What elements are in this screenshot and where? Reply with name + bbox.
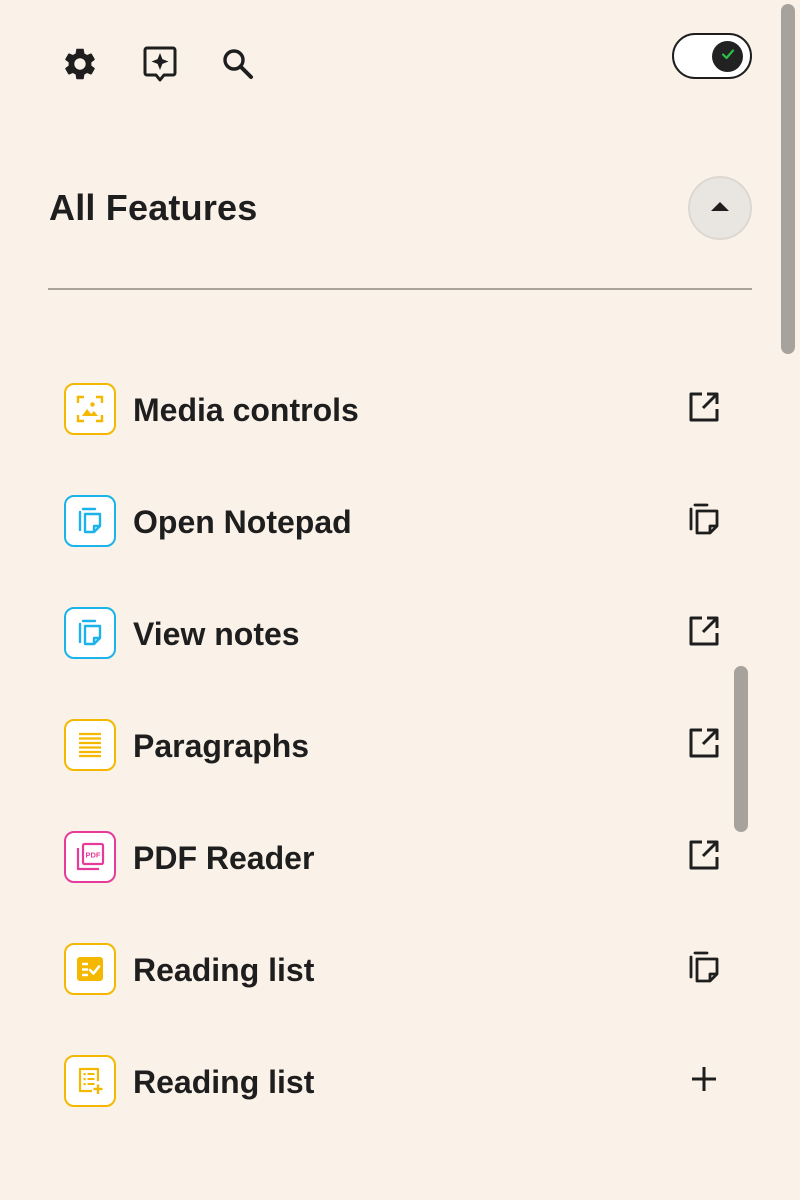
external-link-icon [687,390,721,429]
feature-label: Paragraphs [133,728,310,764]
feature-label: PDF Reader [133,840,315,876]
features-panel: All Features Media controls Open Notepad V… [0,0,800,1200]
notepad-icon [64,607,116,659]
page-scrollbar[interactable] [781,4,795,354]
checklist-icon [64,943,116,995]
plus-icon [690,1065,718,1098]
feature-label: View notes [133,616,300,652]
feature-label: Media controls [133,392,359,428]
feature-row[interactable]: Media controls [0,354,760,466]
external-link-button[interactable] [680,609,728,657]
gear-icon [61,45,99,83]
caret-up-icon [709,199,731,218]
media-icon [64,383,116,435]
feature-label: Reading list [133,1064,315,1100]
divider [48,288,752,290]
copy-button[interactable] [680,945,728,993]
copy-button[interactable] [680,497,728,545]
external-link-icon [687,838,721,877]
feature-row[interactable]: Reading list [0,1026,760,1138]
feature-row[interactable]: PDF PDF Reader [0,802,760,914]
paragraphs-icon [64,719,116,771]
feature-row[interactable]: Open Notepad [0,466,760,578]
copy-icon [685,950,723,989]
external-link-icon [687,726,721,765]
external-link-icon [687,614,721,653]
feature-row[interactable]: View notes [0,578,760,690]
copy-icon [685,502,723,541]
pdf-icon: PDF [64,831,116,883]
list-scrollbar[interactable] [734,666,748,832]
settings-button[interactable] [56,40,104,88]
feature-label: Open Notepad [133,504,352,540]
section-title: All Features [49,187,258,228]
notepad-icon [64,495,116,547]
plus-button[interactable] [680,1057,728,1105]
check-icon [720,46,736,67]
external-link-button[interactable] [680,833,728,881]
list-add-icon [64,1055,116,1107]
sparkle-chat-icon [142,45,178,83]
feature-row[interactable]: Reading list [0,914,760,1026]
external-link-button[interactable] [680,721,728,769]
search-icon [221,47,255,81]
search-button[interactable] [214,40,262,88]
feature-row[interactable]: Paragraphs [0,690,760,802]
theme-toggle[interactable] [672,33,752,79]
external-link-button[interactable] [680,385,728,433]
collapse-button[interactable] [688,176,752,240]
feature-label: Reading list [133,952,315,988]
toggle-knob [712,41,743,72]
feature-list: Media controls Open Notepad View notes Para… [0,354,760,1138]
svg-text:PDF: PDF [86,851,101,860]
ai-assistant-button[interactable] [136,40,184,88]
